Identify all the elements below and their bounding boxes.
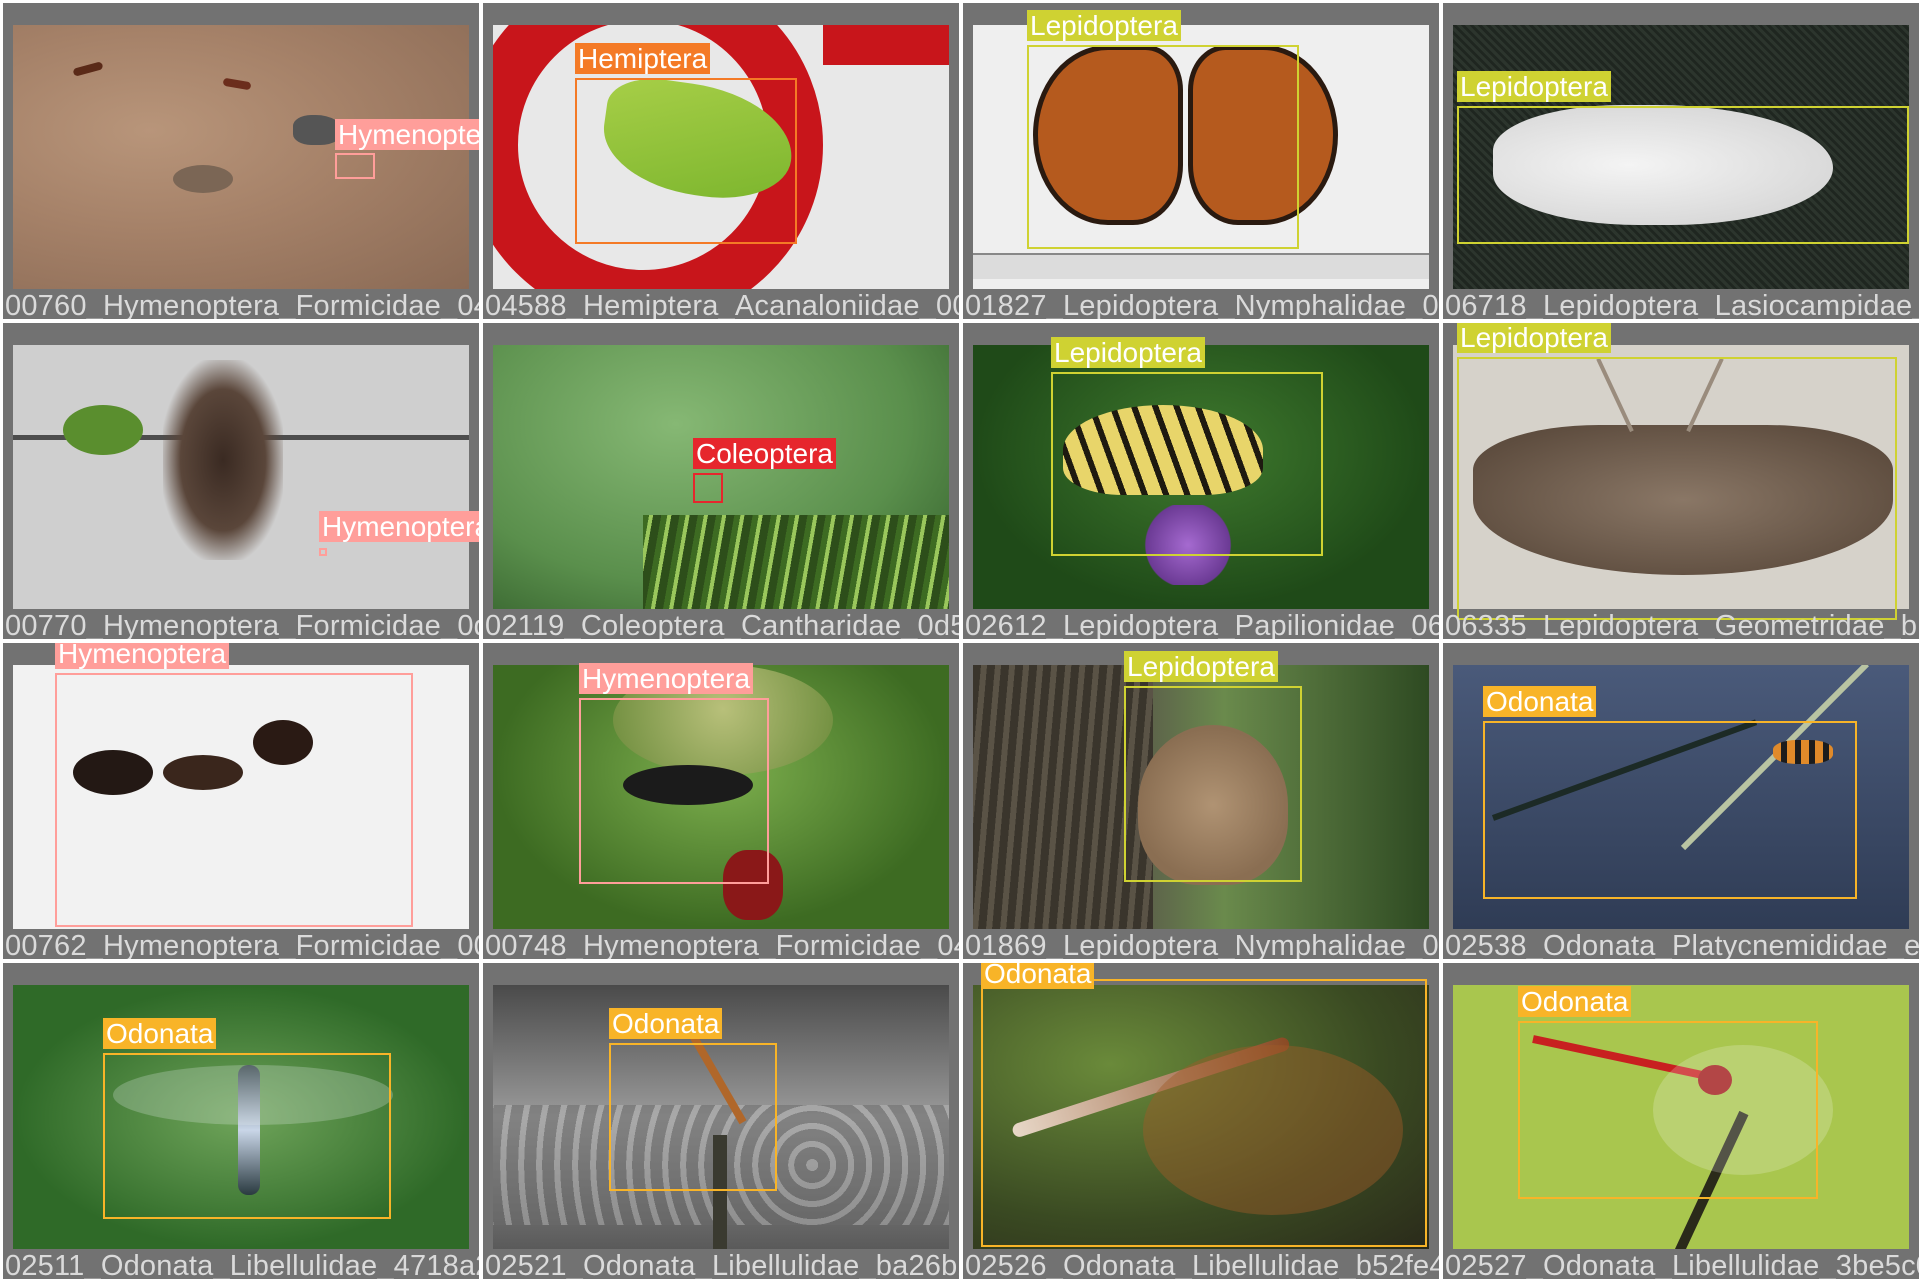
grid-tile[interactable]: Odonata 02511_Odonata_Libellulidae_4718a… bbox=[3, 963, 479, 1279]
tile-filename: 00770_Hymenoptera_Formicidae_0d195bc99c4… bbox=[5, 610, 479, 640]
grid-tile[interactable]: Coleoptera 02119_Coleoptera_Cantharidae_… bbox=[483, 323, 959, 639]
tile-filename: 06335_Lepidoptera_Geometridae_b13e72e1f6… bbox=[1445, 610, 1919, 640]
grid-tile[interactable]: Lepidoptera 01869_Lepidoptera_Nymphalida… bbox=[963, 643, 1439, 959]
rock bbox=[173, 165, 233, 193]
grid-tile[interactable]: Hemiptera 04588_Hemiptera_Acanaloniidae_… bbox=[483, 3, 959, 319]
tile-photo bbox=[13, 345, 469, 609]
bounding-box bbox=[1483, 721, 1857, 899]
ant-figure bbox=[222, 77, 252, 91]
grid-tile[interactable]: Lepidoptera 06335_Lepidoptera_Geometrida… bbox=[1443, 323, 1919, 639]
grid-tile[interactable]: Odonata 02521_Odonata_Libellulidae_ba26b… bbox=[483, 963, 959, 1279]
bounding-box bbox=[609, 1043, 777, 1191]
class-label: Lepidoptera bbox=[1457, 323, 1611, 353]
class-label: Hemiptera bbox=[575, 43, 711, 74]
class-label: Odonata bbox=[609, 1008, 723, 1039]
detection-grid: Hymenoptera 00760_Hymenoptera_Formicidae… bbox=[0, 0, 1920, 1280]
class-label: Lepidoptera bbox=[1051, 337, 1205, 368]
grid-tile[interactable]: Lepidoptera 06718_Lepidoptera_Lasiocampi… bbox=[1443, 3, 1919, 319]
class-label: Odonata bbox=[981, 963, 1095, 989]
class-label: Lepidoptera bbox=[1027, 10, 1181, 41]
bounding-box bbox=[103, 1053, 391, 1219]
tile-filename: 02527_Odonata_Libellulidae_3be5c09d8a17 bbox=[1445, 1250, 1919, 1280]
class-label: Lepidoptera bbox=[1457, 71, 1611, 102]
class-label: Odonata bbox=[103, 1018, 217, 1049]
tile-filename: 04588_Hemiptera_Acanaloniidae_00b29f44b5… bbox=[485, 290, 959, 320]
ruler bbox=[973, 253, 1429, 279]
bounding-box bbox=[579, 698, 769, 884]
bounding-box bbox=[1518, 1021, 1818, 1199]
class-label: Hymenoptera bbox=[319, 511, 479, 542]
grid-tile[interactable]: Hymenoptera 00762_Hymenoptera_Formicidae… bbox=[3, 643, 479, 959]
tile-photo bbox=[13, 25, 469, 289]
bounding-box bbox=[1457, 106, 1909, 244]
ant-figure bbox=[72, 61, 104, 77]
class-label: Hymenoptera bbox=[579, 663, 754, 694]
bounding-box bbox=[1051, 372, 1323, 556]
bounding-box bbox=[335, 153, 375, 179]
grid-tile[interactable]: Hymenoptera 00760_Hymenoptera_Formicidae… bbox=[3, 3, 479, 319]
bounding-box bbox=[1457, 357, 1897, 620]
class-label: Odonata bbox=[1483, 686, 1597, 717]
grass-tuft bbox=[63, 405, 143, 455]
red-corner bbox=[823, 25, 949, 65]
grid-tile[interactable]: Lepidoptera 01827_Lepidoptera_Nymphalida… bbox=[963, 3, 1439, 319]
class-label: Odonata bbox=[1518, 986, 1632, 1017]
bounding-box bbox=[1124, 686, 1302, 882]
grid-tile[interactable]: Hymenoptera 00770_Hymenoptera_Formicidae… bbox=[3, 323, 479, 639]
tile-filename: 00762_Hymenoptera_Formicidae_00c4b8a7ab9… bbox=[5, 930, 479, 960]
bounding-box bbox=[319, 548, 327, 556]
grid-tile[interactable]: Odonata 02526_Odonata_Libellulidae_b52fe… bbox=[963, 963, 1439, 1279]
tile-filename: 02521_Odonata_Libellulidae_ba26b27c8d6e bbox=[485, 1250, 959, 1280]
tile-filename: 00748_Hymenoptera_Formicidae_04f9c3b0a2e… bbox=[485, 930, 959, 960]
grid-tile[interactable]: Odonata 02527_Odonata_Libellulidae_3be5c… bbox=[1443, 963, 1919, 1279]
bounding-box bbox=[981, 979, 1427, 1247]
tile-filename: 02526_Odonata_Libellulidae_b52fe4a7c1d4 bbox=[965, 1250, 1439, 1280]
tile-filename: 02511_Odonata_Libellulidae_4718a2c1c03f bbox=[5, 1250, 479, 1280]
bounding-box bbox=[575, 78, 797, 244]
tile-filename: 02612_Lepidoptera_Papilionidae_06a2c12ee… bbox=[965, 610, 1439, 640]
tile-filename: 00760_Hymenoptera_Formicidae_0456bcf7ece… bbox=[5, 290, 479, 320]
tile-filename: 02119_Coleoptera_Cantharidae_0d5fd05a3e6… bbox=[485, 610, 959, 640]
ant-swarm bbox=[163, 360, 283, 560]
class-label: Lepidoptera bbox=[1124, 651, 1278, 682]
grass-blades bbox=[643, 515, 949, 609]
tile-filename: 01827_Lepidoptera_Nymphalidae_0fa7d4e0e1… bbox=[965, 290, 1439, 320]
grid-tile[interactable]: Odonata 02538_Odonata_Platycnemididae_e0… bbox=[1443, 643, 1919, 959]
class-label: Hymenoptera bbox=[55, 643, 230, 669]
bounding-box bbox=[693, 473, 723, 503]
tile-filename: 06718_Lepidoptera_Lasiocampidae_e6e57c39… bbox=[1445, 290, 1919, 320]
bounding-box bbox=[1027, 45, 1299, 249]
grid-tile[interactable]: Hymenoptera 00748_Hymenoptera_Formicidae… bbox=[483, 643, 959, 959]
tile-filename: 01869_Lepidoptera_Nymphalidae_05d7e0cf9a… bbox=[965, 930, 1439, 960]
grid-tile[interactable]: Lepidoptera 02612_Lepidoptera_Papilionid… bbox=[963, 323, 1439, 639]
bounding-box bbox=[55, 673, 413, 927]
class-label: Coleoptera bbox=[693, 438, 836, 469]
class-label: Hymenoptera bbox=[335, 119, 479, 150]
tile-filename: 02538_Odonata_Platycnemididae_e0a1c5f7b3… bbox=[1445, 930, 1919, 960]
